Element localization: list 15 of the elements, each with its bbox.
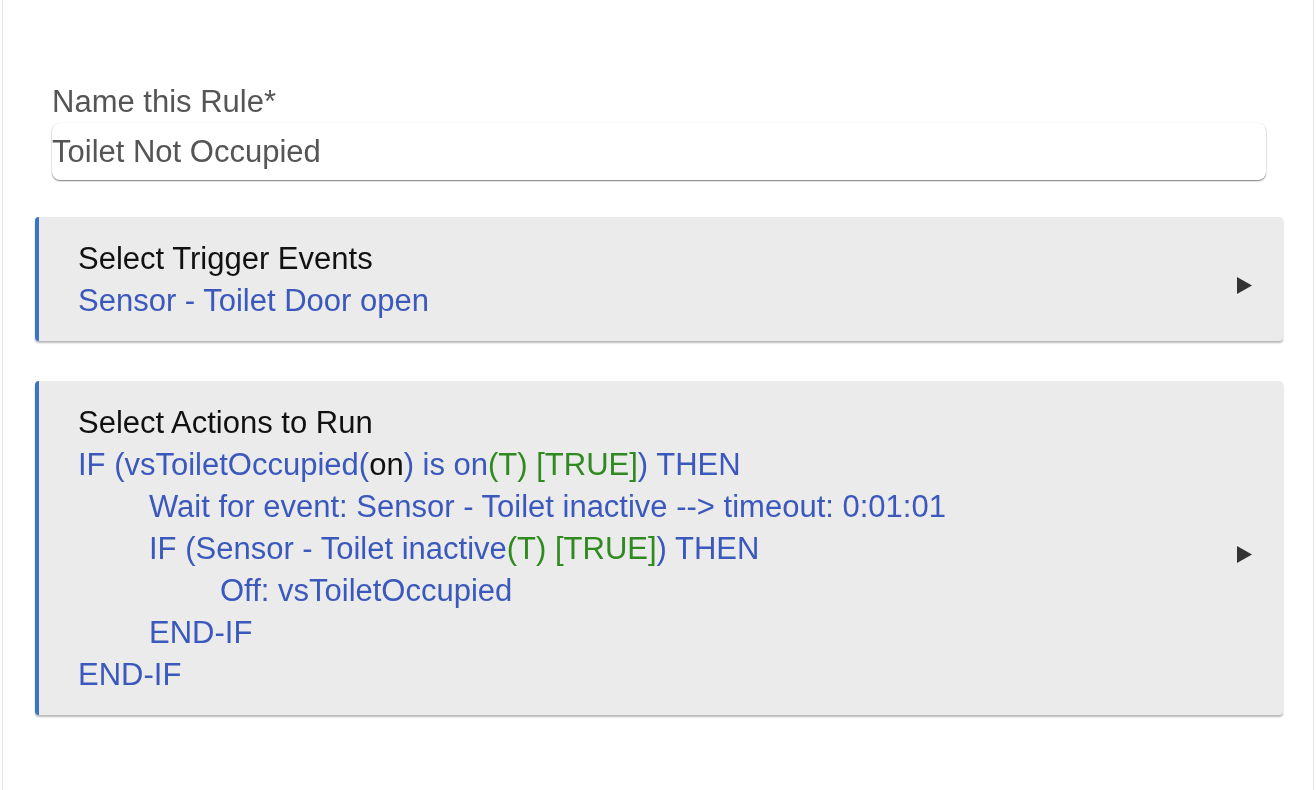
section-card[interactable]: Select Trigger Events Sensor - Toilet Door open (35, 217, 1283, 341)
triangle-icon[interactable] (1237, 277, 1252, 294)
rule-line: Wait for event: Sensor - Toilet inactive --> timeout: 0:01:01 (149, 488, 946, 526)
rule-line: END-IF (149, 614, 253, 652)
section-card[interactable] (35, 381, 1283, 715)
section-title: Select Trigger Events (78, 240, 374, 278)
rule-line: END-IF (78, 656, 182, 694)
rule-line: IF (Sensor - Toilet inactive(T) [TRUE]) THEN (149, 530, 760, 568)
rule-line: Off: vsToiletOccupied (220, 572, 513, 610)
section-title: Select Actions to Run (78, 404, 374, 442)
rule-line: Sensor - Toilet Door open (78, 282, 429, 320)
input-field[interactable]: Toilet Not Occupied (52, 123, 1266, 180)
field-label: Name this Rule* (52, 83, 277, 121)
triangle-icon[interactable] (1237, 546, 1252, 563)
rule-line: IF (vsToiletOccupied(on) is on(T) [TRUE]) THEN (78, 446, 741, 484)
